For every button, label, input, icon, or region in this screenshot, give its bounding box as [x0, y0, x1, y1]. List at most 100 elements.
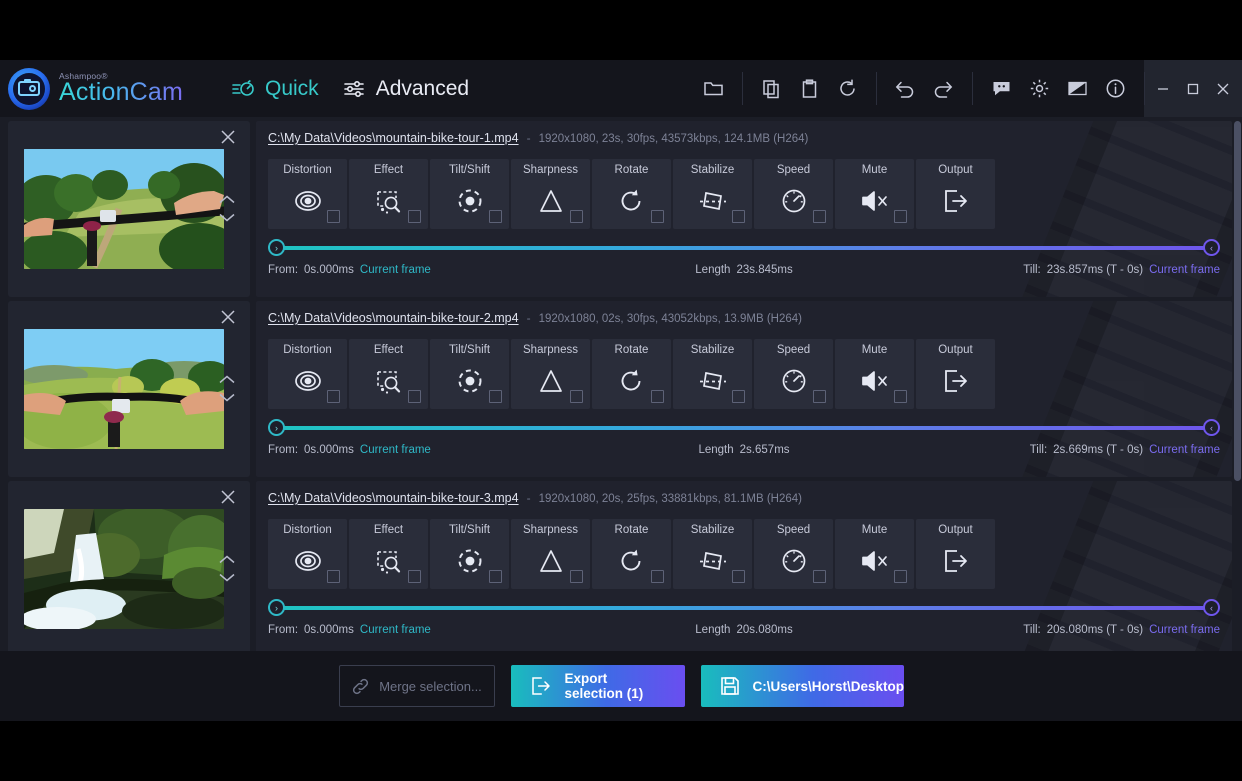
tool-speed[interactable]: Speed [754, 339, 833, 409]
thumbnail-card[interactable] [8, 301, 250, 477]
trim-start-handle[interactable]: › [268, 419, 285, 436]
trim-start-handle[interactable]: › [268, 599, 285, 616]
tool-checkbox[interactable] [813, 390, 826, 403]
tool-tilt-shift[interactable]: Tilt/Shift [430, 159, 509, 229]
move-clip-up-icon[interactable] [218, 374, 236, 388]
tool-tilt-shift[interactable]: Tilt/Shift [430, 339, 509, 409]
till-current-frame-link[interactable]: Current frame [1149, 264, 1220, 276]
tool-checkbox[interactable] [327, 570, 340, 583]
tool-sharpness[interactable]: Sharpness [511, 339, 590, 409]
export-selection-button[interactable]: Export selection (1) [511, 665, 685, 707]
tool-effect[interactable]: Effect [349, 519, 428, 589]
tool-checkbox[interactable] [732, 570, 745, 583]
tool-checkbox[interactable] [489, 570, 502, 583]
trim-slider[interactable]: › ‹ [268, 239, 1220, 257]
clip-file-path[interactable]: C:\My Data\Videos\mountain-bike-tour-1.m… [268, 131, 519, 145]
tool-speed[interactable]: Speed [754, 159, 833, 229]
minimize-button[interactable] [1148, 60, 1178, 117]
tool-effect[interactable]: Effect [349, 339, 428, 409]
tab-advanced[interactable]: Advanced [343, 77, 469, 101]
move-clip-down-icon[interactable] [218, 211, 236, 225]
thumbnail-card[interactable] [8, 481, 250, 651]
redo-icon[interactable] [924, 70, 962, 108]
tool-checkbox[interactable] [570, 390, 583, 403]
tool-rotate[interactable]: Rotate [592, 339, 671, 409]
merge-selection-button[interactable]: Merge selection... [339, 665, 495, 707]
tool-checkbox[interactable] [894, 210, 907, 223]
tool-stabilize[interactable]: Stabilize [673, 159, 752, 229]
till-current-frame-link[interactable]: Current frame [1149, 444, 1220, 456]
tool-checkbox[interactable] [651, 570, 664, 583]
trim-end-handle[interactable]: ‹ [1203, 419, 1220, 436]
move-clip-up-icon[interactable] [218, 554, 236, 568]
thumbnail-card[interactable] [8, 121, 250, 297]
trim-slider[interactable]: › ‹ [268, 599, 1220, 617]
tool-distortion[interactable]: Distortion [268, 519, 347, 589]
tool-rotate[interactable]: Rotate [592, 519, 671, 589]
trim-end-handle[interactable]: ‹ [1203, 599, 1220, 616]
move-clip-down-icon[interactable] [218, 391, 236, 405]
from-current-frame-link[interactable]: Current frame [360, 624, 431, 636]
tool-checkbox[interactable] [570, 570, 583, 583]
tool-checkbox[interactable] [408, 210, 421, 223]
clip-list-scrollbar[interactable] [1234, 121, 1241, 646]
from-current-frame-link[interactable]: Current frame [360, 264, 431, 276]
undo-icon[interactable] [886, 70, 924, 108]
tool-checkbox[interactable] [489, 210, 502, 223]
tool-checkbox[interactable] [894, 570, 907, 583]
tool-checkbox[interactable] [651, 390, 664, 403]
theme-icon[interactable] [1058, 70, 1096, 108]
tool-checkbox[interactable] [813, 210, 826, 223]
tool-distortion[interactable]: Distortion [268, 339, 347, 409]
tab-quick[interactable]: Quick [232, 77, 319, 101]
remove-clip-icon[interactable] [218, 307, 238, 327]
tool-effect[interactable]: Effect [349, 159, 428, 229]
trim-slider[interactable]: › ‹ [268, 419, 1220, 437]
tool-checkbox[interactable] [327, 210, 340, 223]
open-folder-icon[interactable] [694, 70, 732, 108]
paste-icon[interactable] [790, 70, 828, 108]
till-current-frame-link[interactable]: Current frame [1149, 624, 1220, 636]
remove-clip-icon[interactable] [218, 127, 238, 147]
tool-speed[interactable]: Speed [754, 519, 833, 589]
reset-icon[interactable] [828, 70, 866, 108]
scrollbar-thumb[interactable] [1234, 121, 1241, 481]
tool-rotate[interactable]: Rotate [592, 159, 671, 229]
copy-icon[interactable] [752, 70, 790, 108]
tool-output[interactable]: Output [916, 519, 995, 589]
trim-end-handle[interactable]: ‹ [1203, 239, 1220, 256]
tool-mute[interactable]: Mute [835, 519, 914, 589]
clip-file-path[interactable]: C:\My Data\Videos\mountain-bike-tour-2.m… [268, 311, 519, 325]
close-button[interactable] [1208, 60, 1238, 117]
move-clip-down-icon[interactable] [218, 571, 236, 585]
tool-sharpness[interactable]: Sharpness [511, 519, 590, 589]
tool-mute[interactable]: Mute [835, 159, 914, 229]
tool-checkbox[interactable] [408, 390, 421, 403]
destination-folder-button[interactable]: C:\Users\Horst\Desktop [701, 665, 904, 707]
tool-stabilize[interactable]: Stabilize [673, 519, 752, 589]
info-icon[interactable] [1096, 70, 1134, 108]
tool-checkbox[interactable] [894, 390, 907, 403]
tool-checkbox[interactable] [651, 210, 664, 223]
tool-sharpness[interactable]: Sharpness [511, 159, 590, 229]
tool-checkbox[interactable] [570, 210, 583, 223]
trim-start-handle[interactable]: › [268, 239, 285, 256]
tool-checkbox[interactable] [489, 390, 502, 403]
tool-output[interactable]: Output [916, 159, 995, 229]
tool-output[interactable]: Output [916, 339, 995, 409]
tool-tilt-shift[interactable]: Tilt/Shift [430, 519, 509, 589]
tool-checkbox[interactable] [732, 210, 745, 223]
gear-icon[interactable] [1020, 70, 1058, 108]
tool-checkbox[interactable] [813, 570, 826, 583]
tool-checkbox[interactable] [732, 390, 745, 403]
from-current-frame-link[interactable]: Current frame [360, 444, 431, 456]
tool-checkbox[interactable] [327, 390, 340, 403]
tool-checkbox[interactable] [408, 570, 421, 583]
remove-clip-icon[interactable] [218, 487, 238, 507]
move-clip-up-icon[interactable] [218, 194, 236, 208]
maximize-button[interactable] [1178, 60, 1208, 117]
tool-stabilize[interactable]: Stabilize [673, 339, 752, 409]
tool-mute[interactable]: Mute [835, 339, 914, 409]
clip-file-path[interactable]: C:\My Data\Videos\mountain-bike-tour-3.m… [268, 491, 519, 505]
tool-distortion[interactable]: Distortion [268, 159, 347, 229]
